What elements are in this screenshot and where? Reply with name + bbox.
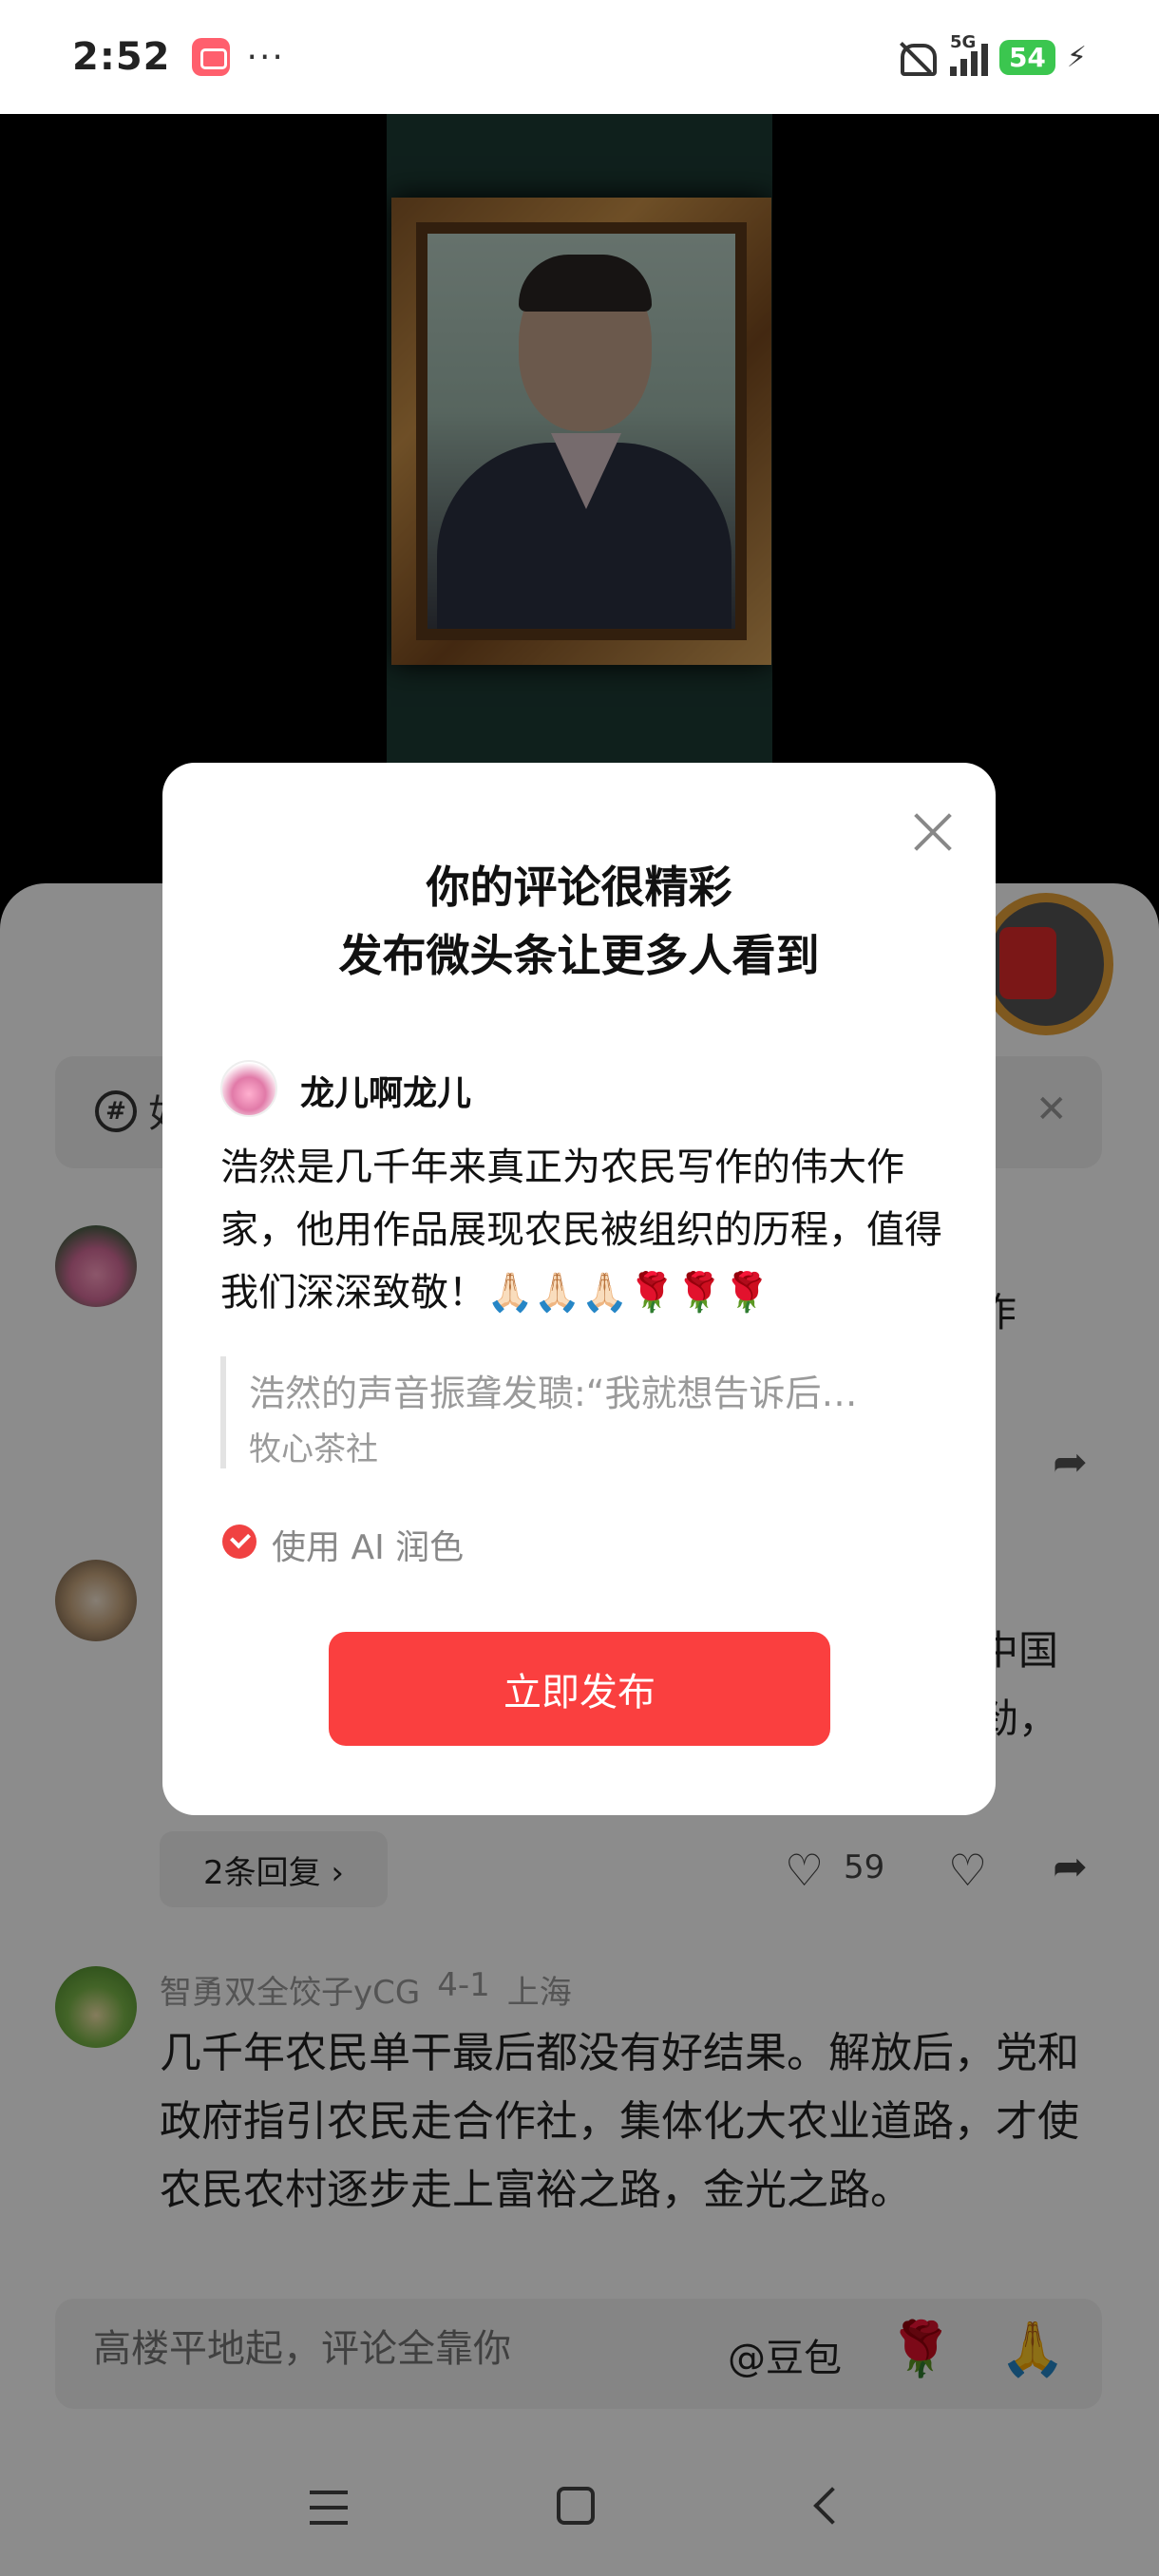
publish-now-button[interactable]: 立即发布 [329,1632,830,1746]
status-time: 2:52 [72,35,171,79]
ai-polish-checkbox[interactable] [222,1525,256,1559]
dialog-comment-text: 浩然是几千年来真正为农民写作的伟大作家，他用作品展现农民被组织的历程，值得我们深… [220,1146,942,1315]
ai-polish-label[interactable]: 使用 AI 润色 [272,1520,464,1569]
signal-5g-icon: 5G [949,32,988,76]
dialog-user-avatar [220,1060,277,1117]
quoted-article-source: 牧心茶社 [249,1430,378,1468]
dialog-title-line2: 发布微头条让更多人看到 [338,930,820,981]
quoted-article-title: 浩然的声音振聋发聩:“我就想告诉后… [249,1373,858,1414]
charging-icon: ⚡ [1066,40,1087,74]
battery-indicator: 54 [998,39,1055,75]
status-icons: 5G 54 ⚡ [0,32,1159,2576]
app-notification-icon [191,38,230,76]
dialog-username: 龙儿啊龙儿 [300,1074,472,1113]
dialog-title-line1: 你的评论很精彩 [426,862,732,913]
close-icon[interactable] [904,804,961,861]
quote-bar [220,1356,226,1468]
more-notifications-icon: ··· [246,37,285,77]
network-type-label: 5G [949,32,977,52]
status-bar: 2:52 ··· 5G 54 ⚡ [0,0,1159,2576]
dialog-title: 你的评论很精彩 发布微头条让更多人看到 [162,853,996,990]
mute-icon [895,39,939,76]
